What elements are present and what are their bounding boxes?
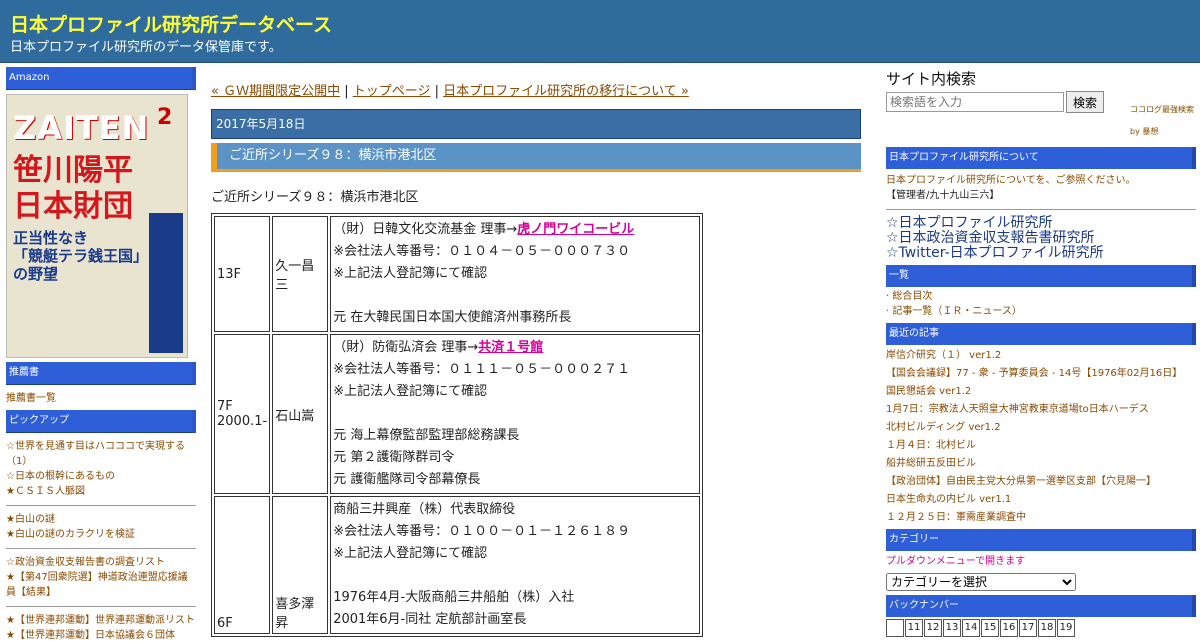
floor-cell: 7F 2000.1-: [214, 334, 271, 494]
name-cell: 石山嵩: [272, 334, 329, 494]
table-row: 6F 喜多澤昇 商船三井興産（株）代表取締役 ※会社法人等番号：０１００－０１－…: [214, 496, 701, 634]
pickup-heading: ピックアップ: [6, 410, 196, 433]
pickup-link[interactable]: ☆日本の根幹にあるもの: [6, 469, 196, 484]
search-credit-link[interactable]: ココログ最強検索 by 暴想: [1130, 99, 1196, 143]
ad-side-band: [149, 213, 183, 353]
amazon-heading: Amazon: [6, 67, 196, 90]
table-row: 13F 久一昌三 （財）日韓文化交流基金 理事→虎ノ門ワイコービル ※会社法人等…: [214, 216, 701, 332]
recent-post-link[interactable]: 1月7日：宗教法人天照皇大神宮教東京道場to日本ハーデス: [886, 401, 1196, 419]
backnumber-cell[interactable]: 12: [924, 619, 942, 637]
site-title[interactable]: 日本プロファイル研究所データベース: [10, 10, 332, 37]
post-lead: ご近所シリーズ９８：横浜市港北区: [211, 190, 419, 205]
post-title[interactable]: ご近所シリーズ９８：横浜市港北区: [211, 143, 861, 172]
building-link[interactable]: 虎ノ門ワイコービル: [517, 222, 634, 237]
ad-subheadline: 正当性なき 「競艇テラ銭王国」 の野望: [13, 229, 149, 283]
name-cell: 喜多澤昇: [272, 496, 329, 634]
ad-issue: 2: [157, 105, 173, 130]
ad-headline: 笹川陽平 日本財団: [13, 153, 133, 224]
recent-post-link[interactable]: 日本生命丸の内ビル ver1.1: [886, 491, 1196, 509]
search-input[interactable]: [886, 92, 1064, 112]
table-row: 7F 2000.1- 石山嵩 （財）防衛弘済会 理事→共済１号館 ※会社法人等番号…: [214, 334, 701, 494]
floor-cell: 13F: [214, 216, 271, 332]
right-sidebar: サイト内検索 検索 ココログ最強検索 by 暴想 日本プロファイル研究所について…: [886, 68, 1196, 637]
roster-table: 13F 久一昌三 （財）日韓文化交流基金 理事→虎ノ門ワイコービル ※会社法人等…: [211, 213, 704, 637]
pickup-link[interactable]: ☆政治資金収支報告書の調査リスト: [6, 555, 196, 570]
divider: [6, 606, 196, 607]
category-select[interactable]: カテゴリーを選択: [886, 573, 1076, 591]
backnumber-cell[interactable]: 14: [962, 619, 980, 637]
ad-logo: ZAITEN: [13, 109, 150, 147]
pickup-link[interactable]: ★【第47回衆院選】神道政治連盟応援議員【結果】: [6, 570, 196, 600]
magazine-ad-image[interactable]: ZAITEN 2 笹川陽平 日本財団 正当性なき 「競艇テラ銭王国」 の野望: [6, 94, 188, 358]
search-heading: サイト内検索: [886, 70, 977, 88]
site-header: 日本プロファイル研究所データベース 日本プロファイル研究所のデータ保管庫です。: [0, 0, 1200, 63]
backnumber-grid: 11 12 13 14 15 16 17 18 19: [886, 619, 1196, 637]
info-cell: 商船三井興産（株）代表取締役 ※会社法人等番号：０１００－０１－１２６１８９ ※…: [330, 496, 701, 634]
backnumber-heading: バックナンバー: [886, 595, 1196, 617]
index-link[interactable]: · 総合目次: [886, 289, 1196, 304]
search-button[interactable]: 検索: [1066, 91, 1105, 113]
recent-post-link[interactable]: 岸信介研究（１） ver1.2: [886, 347, 1196, 365]
recommend-heading: 推薦書: [6, 362, 196, 385]
backnumber-cell[interactable]: 15: [981, 619, 999, 637]
top-page-link[interactable]: トップページ: [353, 84, 431, 99]
recent-post-link[interactable]: １月４日：北村ビル: [886, 437, 1196, 455]
pickup-link[interactable]: ★白山の謎のカラクリを検証: [6, 527, 196, 542]
site-link[interactable]: ☆日本プロファイル研究所: [886, 216, 1196, 231]
site-link[interactable]: ☆Twitter-日本プロファイル研究所: [886, 246, 1196, 261]
nav-separator: |: [430, 84, 444, 99]
category-hint: プルダウンメニューで開きます: [886, 556, 1026, 567]
backnumber-cell[interactable]: 18: [1038, 619, 1056, 637]
recent-post-link[interactable]: 【国会会議録】77 - 衆 - 予算委員会 - 14号【1976年02月16日】: [886, 365, 1196, 383]
divider: [6, 505, 196, 506]
pickup-link[interactable]: ★【世界連邦運動】日本協議会６団体: [6, 628, 196, 643]
recent-post-link[interactable]: 国民懇話会 ver1.2: [886, 383, 1196, 401]
backnumber-cell[interactable]: 11: [905, 619, 923, 637]
list-heading: 一覧: [886, 265, 1196, 287]
date-header: 2017年5月18日: [211, 109, 861, 139]
name-cell: 久一昌三: [272, 216, 329, 332]
backnumber-cell[interactable]: 19: [1057, 619, 1075, 637]
recent-post-link[interactable]: 船井総研五反田ビル: [886, 455, 1196, 473]
building-link[interactable]: 共済１号館: [478, 340, 543, 355]
article-list-link[interactable]: · 記事一覧（ＩＲ・ニュース）: [886, 304, 1196, 319]
pickup-link[interactable]: ★白山の謎: [6, 512, 196, 527]
prev-post-link[interactable]: « ＧＷ期間限定公開中: [211, 84, 340, 99]
next-post-link[interactable]: 日本プロファイル研究所の移行について »: [443, 84, 689, 99]
backnumber-cell[interactable]: 13: [943, 619, 961, 637]
recent-post-link[interactable]: 【政治団体】自由民主党大分県第一選挙区支部【穴見陽一】: [886, 473, 1196, 491]
pickup-link[interactable]: ★【世界連邦運動】世界連邦運動派リスト: [6, 613, 196, 628]
recommend-list-link[interactable]: 推薦書一覧: [6, 391, 196, 406]
about-link[interactable]: 日本プロファイル研究所についてを、ご参照ください。: [886, 173, 1196, 188]
left-sidebar: Amazon ZAITEN 2 笹川陽平 日本財団 正当性なき 「競艇テラ銭王国…: [6, 67, 196, 643]
divider: [886, 209, 1196, 210]
backnumber-cell[interactable]: [886, 619, 904, 637]
info-cell: （財）日韓文化交流基金 理事→虎ノ門ワイコービル ※会社法人等番号：０１０４－０…: [330, 216, 701, 332]
divider: [6, 548, 196, 549]
main-content: « ＧＷ期間限定公開中 | トップページ | 日本プロファイル研究所の移行につい…: [211, 80, 861, 637]
floor-cell: 6F: [214, 496, 271, 634]
category-heading: カテゴリー: [886, 529, 1196, 551]
post-navigation: « ＧＷ期間限定公開中 | トップページ | 日本プロファイル研究所の移行につい…: [211, 80, 861, 99]
site-link[interactable]: ☆日本政治資金収支報告書研究所: [886, 231, 1196, 246]
about-heading: 日本プロファイル研究所について: [886, 147, 1196, 169]
admin-text: 【管理者/九十九山三六】: [886, 190, 1000, 201]
pickup-link[interactable]: ★ＣＳＩＳ人脈図: [6, 484, 196, 499]
nav-separator: |: [340, 84, 353, 99]
recent-heading: 最近の記事: [886, 323, 1196, 345]
recent-post-link[interactable]: 北村ビルディング ver1.2: [886, 419, 1196, 437]
backnumber-cell[interactable]: 16: [1000, 619, 1018, 637]
info-cell: （財）防衛弘済会 理事→共済１号館 ※会社法人等番号：０１１１－０５－０００２７…: [330, 334, 701, 494]
site-description: 日本プロファイル研究所のデータ保管庫です。: [10, 40, 282, 55]
backnumber-cell[interactable]: 17: [1019, 619, 1037, 637]
recent-post-link[interactable]: １２月２５日：軍需産業調査中: [886, 509, 1196, 527]
pickup-link[interactable]: ☆世界を見通す目はハコココで実現する（1）: [6, 439, 196, 469]
